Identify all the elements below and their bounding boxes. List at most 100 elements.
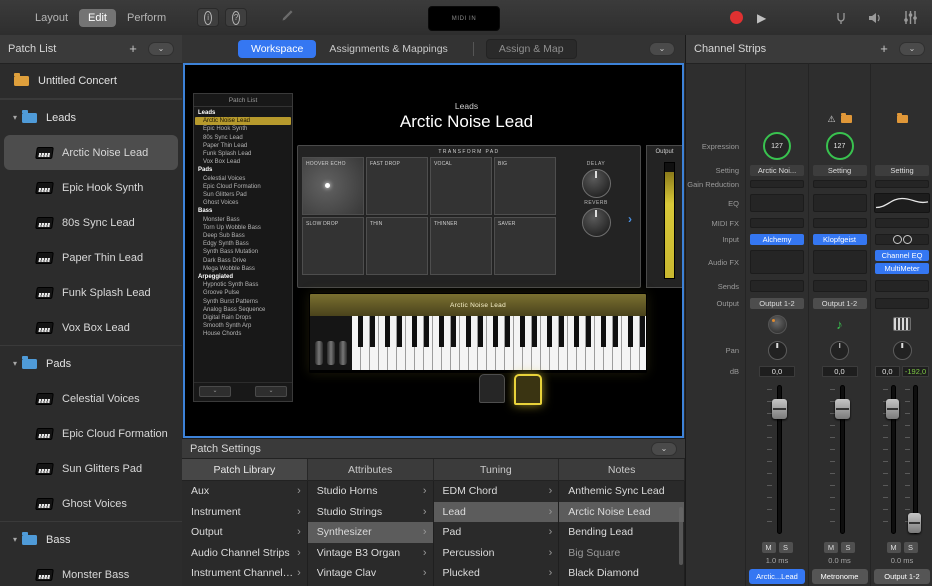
onscreen-patch-item[interactable]: Paper Thin Lead bbox=[195, 142, 291, 150]
fader-cap[interactable] bbox=[886, 399, 899, 419]
audio-fx-plugin-chip[interactable]: MultiMeter bbox=[875, 263, 929, 274]
onscreen-patch-item[interactable]: Groove Pulse bbox=[195, 289, 291, 297]
onscreen-patch-item[interactable]: Arctic Noise Lead bbox=[195, 117, 291, 125]
channel-strips-action-menu[interactable]: ⌄ bbox=[899, 42, 925, 56]
fader-cap[interactable] bbox=[772, 399, 787, 419]
pitch-wheel[interactable] bbox=[315, 341, 323, 365]
help-button[interactable]: ? bbox=[225, 8, 247, 27]
onscreen-patch-item[interactable]: Synth Burst Patterns bbox=[195, 298, 291, 306]
delay-knob[interactable] bbox=[582, 169, 611, 198]
onscreen-patch-item[interactable]: Epic Hook Synth bbox=[195, 125, 291, 133]
patch-settings-action-menu[interactable]: ⌄ bbox=[651, 442, 677, 456]
disclosure-triangle-icon[interactable] bbox=[8, 535, 22, 544]
patch-list-item[interactable]: Epic Hook Synth bbox=[0, 170, 182, 205]
eq-slot[interactable] bbox=[813, 194, 867, 212]
patch-library-item[interactable]: Aux bbox=[182, 481, 307, 502]
patch-library-item[interactable]: Percussion bbox=[434, 543, 559, 564]
onscreen-patch-item[interactable]: Digital Rain Drops bbox=[195, 314, 291, 322]
disclosure-triangle-icon[interactable] bbox=[8, 359, 22, 368]
patch-library-item[interactable]: Audio Channel Strips bbox=[182, 543, 307, 564]
patch-list-item[interactable]: 80s Sync Lead bbox=[0, 205, 182, 240]
tab-workspace[interactable]: Workspace bbox=[238, 40, 316, 58]
onscreen-patch-item[interactable]: Ghost Voices bbox=[195, 199, 291, 207]
strip-name[interactable]: Metronome bbox=[812, 569, 868, 584]
patch-settings-tab[interactable]: Notes bbox=[559, 459, 685, 481]
volume-db-value[interactable]: 0,0 bbox=[875, 366, 900, 377]
onscreen-patch-item[interactable]: Leads bbox=[195, 109, 291, 117]
patch-library-item[interactable]: Black Diamond bbox=[559, 563, 684, 584]
strip-name[interactable]: Arctic...Lead bbox=[749, 569, 805, 584]
add-channel-strip-button[interactable]: + bbox=[875, 41, 893, 57]
sends-slot[interactable] bbox=[813, 280, 867, 292]
pan-knob[interactable] bbox=[830, 341, 849, 360]
fader-cap[interactable] bbox=[908, 513, 921, 533]
patch-list-item[interactable]: Funk Splash Lead bbox=[0, 275, 182, 310]
reverb-knob[interactable] bbox=[582, 208, 611, 237]
patch-list-item[interactable]: Vox Box Lead bbox=[0, 310, 182, 345]
patch-library-item[interactable]: Synthesizer bbox=[308, 522, 433, 543]
transform-pad-cell[interactable]: SAVER bbox=[494, 217, 556, 275]
onscreen-patch-item[interactable]: Celestial Voices bbox=[195, 175, 291, 183]
aux-wheel[interactable] bbox=[339, 341, 347, 365]
patch-library-item[interactable]: Arctic Noise Lead bbox=[559, 502, 684, 523]
patch-library-item[interactable]: Vintage Clav bbox=[308, 563, 433, 584]
patch-list-item[interactable]: Arctic Noise Lead bbox=[4, 135, 178, 170]
tab-assignments-mappings[interactable]: Assignments & Mappings bbox=[316, 40, 460, 58]
patch-column-scrollbar[interactable] bbox=[679, 507, 683, 565]
onscreen-patch-item[interactable]: 80s Sync Lead bbox=[195, 134, 291, 142]
expression-knob[interactable]: 127 bbox=[763, 132, 791, 160]
patch-list-item[interactable]: Untitled Concert bbox=[0, 63, 182, 99]
onscreen-patch-item[interactable]: Smooth Synth Arp bbox=[195, 322, 291, 330]
pedal-1[interactable] bbox=[479, 374, 505, 403]
transform-pad-cell[interactable]: THINNER bbox=[430, 217, 492, 275]
master-fader[interactable] bbox=[905, 383, 921, 536]
patch-library-item[interactable]: Studio Horns bbox=[308, 481, 433, 502]
setting-chip[interactable]: Arctic Noi... bbox=[750, 165, 804, 176]
volume-fader[interactable] bbox=[830, 383, 850, 536]
transform-pad-cell[interactable]: HOOVER ECHO bbox=[302, 157, 364, 215]
onscreen-patch-item[interactable]: Vox Box Lead bbox=[195, 158, 291, 166]
output-routing-chip[interactable]: Output 1-2 bbox=[750, 298, 804, 309]
onscreen-patch-item[interactable]: Deep Sub Bass bbox=[195, 232, 291, 240]
fader-cap[interactable] bbox=[835, 399, 850, 419]
patch-library-item[interactable]: Output bbox=[182, 522, 307, 543]
tuner-icon[interactable] bbox=[834, 11, 848, 25]
patch-library-item[interactable]: Pad bbox=[434, 522, 559, 543]
onscreen-patch-item[interactable]: Monster Bass bbox=[195, 216, 291, 224]
mode-layout-button[interactable]: Layout bbox=[26, 9, 77, 27]
mode-edit-button[interactable]: Edit bbox=[79, 9, 116, 27]
patch-list-item[interactable]: Sun Glitters Pad bbox=[0, 451, 182, 486]
disclosure-triangle-icon[interactable] bbox=[8, 113, 22, 122]
patch-library-item[interactable]: Instrument Channel… bbox=[182, 563, 307, 584]
workspace-action-menu[interactable]: ⌄ bbox=[649, 42, 675, 56]
transform-pad-cell[interactable]: SLOW DROP bbox=[302, 217, 364, 275]
onscreen-patch-item[interactable]: Torn Up Wobble Bass bbox=[195, 224, 291, 232]
onscreen-patch-item[interactable]: Hypnotic Synth Bass bbox=[195, 281, 291, 289]
patch-list-item[interactable]: Paper Thin Lead bbox=[0, 240, 182, 275]
patch-library-item[interactable]: Studio Strings bbox=[308, 502, 433, 523]
master-volume-icon[interactable] bbox=[868, 11, 883, 25]
pitch-mod-wheels[interactable] bbox=[310, 316, 352, 370]
input-stereo-slot[interactable] bbox=[875, 234, 929, 245]
mute-button[interactable]: M bbox=[887, 542, 901, 553]
set-selector[interactable]: ⌄ bbox=[199, 386, 231, 397]
strip-name[interactable]: Output 1-2 bbox=[874, 569, 930, 584]
transform-pad-cell[interactable]: VOCAL bbox=[430, 157, 492, 215]
onscreen-patch-item[interactable]: Funk Splash Lead bbox=[195, 150, 291, 158]
output-fader[interactable] bbox=[883, 383, 899, 536]
patch-library-item[interactable]: Bending Lead bbox=[559, 522, 684, 543]
patch-list-item[interactable]: Epic Cloud Formation bbox=[0, 416, 182, 451]
patch-library-item[interactable]: Instrument bbox=[182, 502, 307, 523]
midi-fx-slot[interactable] bbox=[875, 218, 929, 228]
eq-thumbnail[interactable] bbox=[874, 193, 930, 213]
sends-slot[interactable] bbox=[750, 280, 804, 292]
patch-library-item[interactable]: Anthemic Sync Lead bbox=[559, 481, 684, 502]
patch-list-action-menu[interactable]: ⌄ bbox=[148, 42, 174, 56]
assign-map-button[interactable]: Assign & Map bbox=[486, 39, 577, 59]
setting-chip[interactable]: Setting bbox=[813, 165, 867, 176]
eq-slot[interactable] bbox=[750, 194, 804, 212]
audio-fx-plugin-chip[interactable]: Channel EQ bbox=[875, 250, 929, 261]
patch-settings-tab[interactable]: Patch Library bbox=[182, 459, 308, 481]
mute-button[interactable]: M bbox=[762, 542, 776, 553]
volume-db-value[interactable]: 0,0 bbox=[759, 366, 795, 377]
